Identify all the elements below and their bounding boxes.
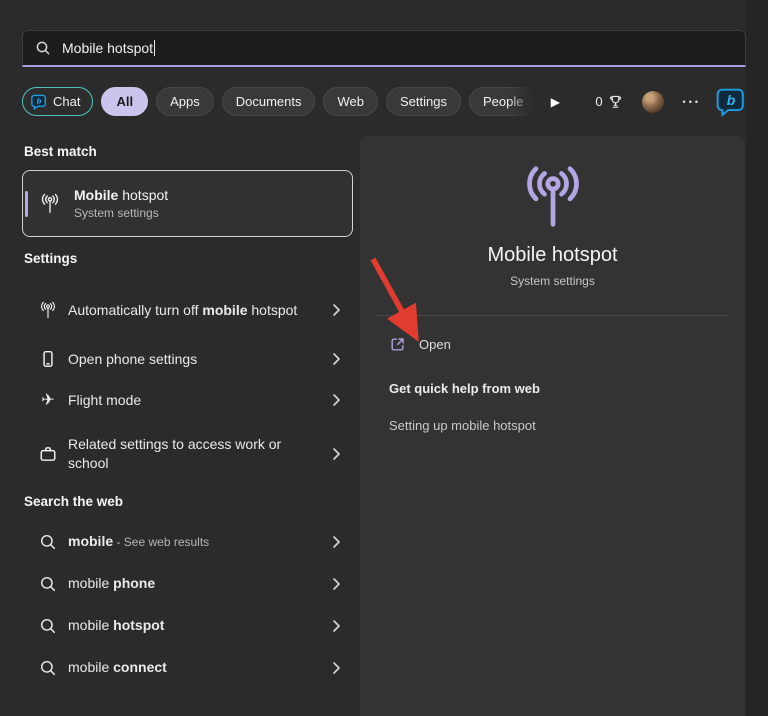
open-action-label: Open — [419, 337, 451, 352]
tab-apps-label: Apps — [170, 94, 200, 109]
chevron-right-icon — [332, 577, 341, 591]
best-match-title: Mobile hotspot — [74, 187, 168, 203]
search-input[interactable]: Mobile hotspot — [22, 30, 746, 67]
search-icon — [39, 575, 57, 593]
preview-title: Mobile hotspot — [360, 244, 745, 267]
filter-bar: Chat All Apps Documents Web Settings Peo… — [22, 86, 746, 117]
divider — [377, 315, 728, 316]
chevron-right-icon — [332, 447, 341, 461]
chevron-right-icon — [332, 352, 341, 366]
chevron-right-icon — [332, 619, 341, 633]
chevron-right-icon — [332, 661, 341, 675]
user-avatar[interactable] — [642, 91, 664, 113]
settings-result-flight-mode[interactable]: ✈ Flight mode — [22, 385, 353, 415]
tab-apps[interactable]: Apps — [156, 87, 214, 116]
web-result-mobile-hotspot[interactable]: mobile hotspot — [22, 611, 353, 641]
settings-result-phone-settings[interactable]: Open phone settings — [22, 344, 353, 374]
tab-web[interactable]: Web — [323, 87, 378, 116]
setup-hotspot-link[interactable]: Setting up mobile hotspot — [389, 418, 536, 433]
web-result-mobile-connect[interactable]: mobile connect — [22, 653, 353, 683]
briefcase-icon — [39, 445, 57, 463]
filter-bar-actions: ▶ 0 ••• — [547, 86, 746, 117]
tab-settings-label: Settings — [400, 94, 447, 109]
filter-chips: Chat All Apps Documents Web Settings Peo… — [22, 86, 534, 117]
text-caret — [154, 40, 155, 56]
phone-icon — [39, 350, 57, 368]
settings-result-hotspot-auto-off[interactable]: Automatically turn off mobile hotspot — [22, 287, 353, 333]
chevron-right-icon — [332, 303, 341, 317]
search-web-heading: Search the web — [24, 494, 123, 509]
settings-result-work-school[interactable]: Related settings to access work or schoo… — [22, 431, 353, 477]
search-icon — [39, 659, 57, 677]
quick-help-link[interactable]: Get quick help from web — [389, 381, 540, 396]
search-value: Mobile hotspot — [62, 40, 153, 56]
open-action[interactable]: Open — [389, 336, 451, 353]
selection-accent-bar — [25, 191, 28, 217]
web-result-mobile[interactable]: mobile - See web results — [22, 527, 353, 557]
bing-chat-icon — [31, 94, 47, 110]
airplane-icon: ✈ — [39, 391, 57, 409]
best-match-subtitle: System settings — [74, 206, 168, 220]
tab-web-label: Web — [337, 94, 364, 109]
start-search-panel: Mobile hotspot Chat All Apps Documents W… — [0, 0, 768, 716]
open-external-icon — [389, 336, 406, 353]
search-icon — [39, 533, 57, 551]
chevron-right-icon — [332, 535, 341, 549]
tab-documents-label: Documents — [236, 94, 302, 109]
tab-people[interactable]: People — [469, 87, 534, 116]
web-result-mobile-phone[interactable]: mobile phone — [22, 569, 353, 599]
trophy-icon — [608, 94, 623, 110]
search-icon — [35, 40, 51, 56]
more-options-icon[interactable]: ••• — [683, 97, 701, 107]
bing-logo-icon[interactable] — [716, 87, 746, 117]
settings-heading: Settings — [24, 251, 77, 266]
mobile-hotspot-icon — [39, 301, 57, 319]
tab-settings[interactable]: Settings — [386, 87, 461, 116]
tab-people-label: People — [483, 94, 523, 109]
search-icon — [39, 617, 57, 635]
scroll-filters-button[interactable]: ▶ — [547, 95, 563, 109]
mobile-hotspot-icon — [39, 193, 61, 214]
tab-documents[interactable]: Documents — [222, 87, 316, 116]
chat-chip[interactable]: Chat — [22, 87, 93, 116]
tab-all-label: All — [116, 94, 133, 109]
chevron-right-icon — [332, 393, 341, 407]
preview-subtitle: System settings — [360, 274, 745, 288]
best-match-result[interactable]: Mobile hotspot System settings — [22, 170, 353, 237]
rewards-count: 0 — [595, 94, 602, 109]
preview-pane: Mobile hotspot System settings Open Get … — [360, 136, 745, 716]
chat-chip-label: Chat — [53, 94, 80, 109]
rewards-badge[interactable]: 0 — [595, 94, 622, 110]
tab-all[interactable]: All — [101, 87, 148, 116]
window-edge — [746, 0, 768, 716]
mobile-hotspot-icon — [518, 164, 588, 230]
best-match-heading: Best match — [24, 144, 97, 159]
